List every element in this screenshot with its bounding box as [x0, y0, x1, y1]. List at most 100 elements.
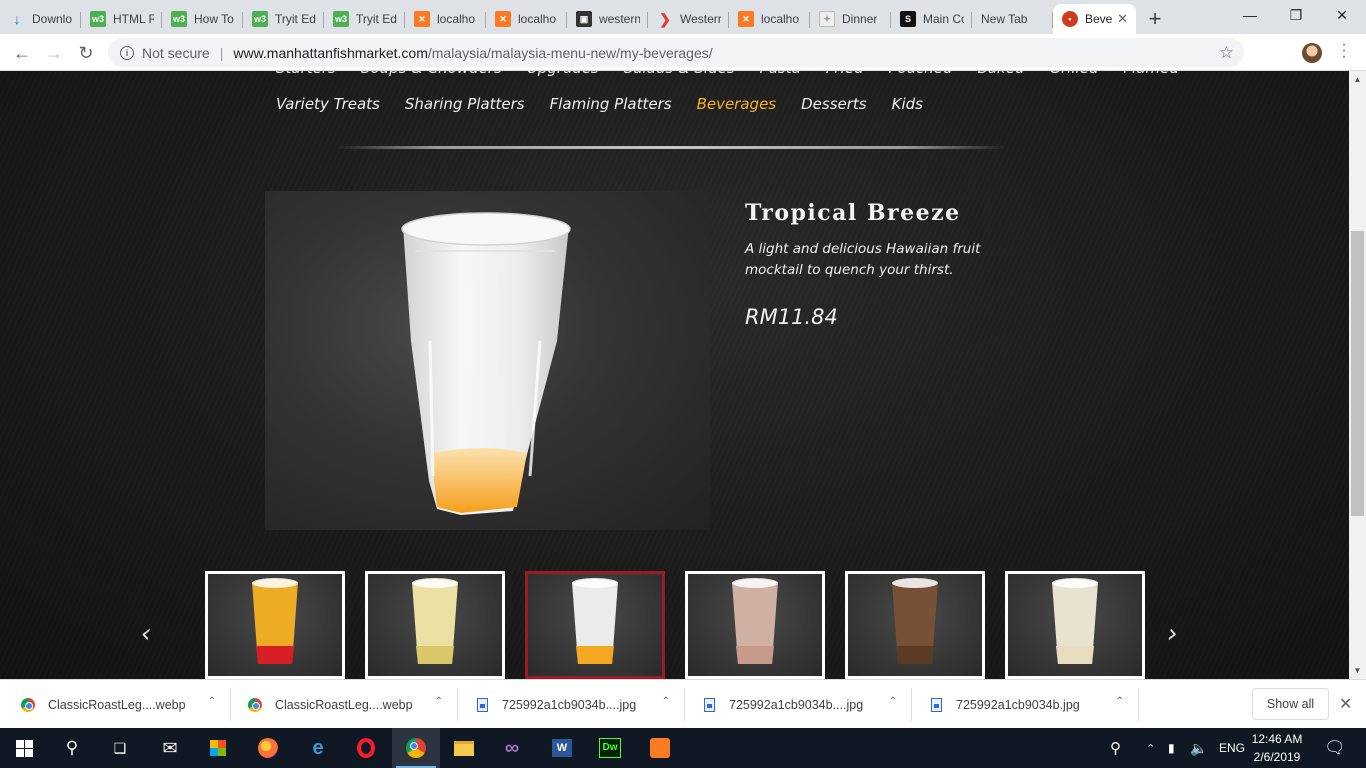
menu-item-fried[interactable]: Fried	[826, 71, 864, 77]
sunrise-mocktail-icon	[252, 578, 298, 664]
people-icon[interactable]: ⚲	[1110, 728, 1121, 768]
strawberry-shake-icon	[732, 578, 778, 664]
download-item[interactable]: 725992a1cb9034b....jpg ⌃	[474, 680, 670, 729]
scroll-up-arrow-icon[interactable]: ▲	[1349, 71, 1366, 88]
battery-icon[interactable]: ▮	[1168, 728, 1175, 768]
carousel-prev-button[interactable]: ‹	[141, 619, 151, 649]
carousel-thumb[interactable]	[205, 571, 345, 679]
volume-icon[interactable]: 🔈	[1190, 728, 1207, 768]
taskbar-mail[interactable]: ✉	[146, 728, 194, 768]
mail-icon: ✉	[162, 737, 178, 758]
dark-site-icon: ▣	[576, 11, 592, 27]
download-item[interactable]: 725992a1cb9034b....jpg ⌃	[701, 680, 897, 729]
taskbar-word[interactable]: W	[538, 728, 586, 768]
carousel-thumb[interactable]	[685, 571, 825, 679]
browser-tab[interactable]: ❯ Westerr	[648, 4, 729, 34]
taskbar-opera[interactable]	[342, 728, 390, 768]
menu-item-salads-sides[interactable]: Salads & Sides	[624, 71, 735, 77]
notifications-icon[interactable]: 🗨	[1324, 728, 1346, 768]
language-indicator[interactable]: ENG	[1219, 728, 1245, 768]
browser-tab[interactable]: ✕ localho	[729, 4, 810, 34]
tab-title: Beve	[1085, 12, 1113, 26]
browser-tab[interactable]: ✕ localho	[405, 4, 486, 34]
new-tab-button[interactable]: +	[1140, 4, 1170, 34]
browser-tab[interactable]: w3 HTML R	[81, 4, 162, 34]
menu-item-grilled[interactable]: Grilled	[1049, 71, 1098, 77]
close-window-button[interactable]: ✕	[1319, 0, 1365, 30]
menu-item-desserts[interactable]: Desserts	[801, 95, 867, 113]
taskbar-xampp[interactable]	[636, 728, 684, 768]
menu-item-upgrades[interactable]: Upgrades	[527, 71, 599, 77]
taskbar-store[interactable]	[194, 728, 242, 768]
start-button[interactable]	[0, 728, 48, 768]
browser-tab[interactable]: S Main Co	[891, 4, 972, 34]
taskbar-firefox[interactable]	[244, 728, 292, 768]
browser-tab[interactable]: New Tab	[972, 4, 1053, 34]
info-icon[interactable]: i	[120, 45, 134, 60]
menu-item-kids[interactable]: Kids	[892, 95, 923, 113]
address-bar[interactable]: i Not secure | www.manhattanfishmarket.c…	[108, 38, 1244, 67]
carousel-thumb[interactable]	[1005, 571, 1145, 679]
reload-button[interactable]: ↻	[72, 39, 100, 67]
menu-item-poached[interactable]: Poached	[889, 71, 953, 77]
page-scrollbar[interactable]: ▲ ▼	[1349, 71, 1366, 679]
menu-item-beverages[interactable]: Beverages	[697, 95, 777, 113]
download-icon: ↓	[13, 11, 21, 27]
maximize-button[interactable]: ❐	[1273, 0, 1319, 30]
profile-avatar[interactable]	[1302, 43, 1322, 63]
menu-item-sharing-platters[interactable]: Sharing Platters	[405, 95, 525, 113]
download-filename: ClassicRoastLeg....webp	[275, 697, 413, 712]
image-file-icon	[928, 697, 944, 713]
taskbar-file-explorer[interactable]	[440, 728, 488, 768]
menu-item-baked[interactable]: Baked	[977, 71, 1024, 77]
close-tab-icon[interactable]: ✕	[1117, 12, 1128, 26]
browser-tab[interactable]: ✕ localho	[486, 4, 567, 34]
browser-tab[interactable]: ↓ Downlo	[0, 4, 81, 34]
scroll-down-arrow-icon[interactable]: ▼	[1349, 662, 1366, 679]
carousel-thumb[interactable]	[525, 571, 665, 679]
show-hidden-icons-icon[interactable]: ⌃	[1146, 728, 1155, 768]
menu-item-starters[interactable]: Starters	[276, 71, 336, 77]
task-view-icon: ❑	[113, 739, 127, 756]
menu-item-pasta[interactable]: Pasta	[760, 71, 801, 77]
url-host: www.manhattanfishmarket.com	[233, 44, 428, 61]
menu-item-flaming-platters[interactable]: Flaming Platters	[550, 95, 672, 113]
browser-menu-icon[interactable]: · · ·	[1336, 37, 1352, 65]
taskbar-dreamweaver[interactable]: Dw	[586, 728, 634, 768]
carousel-next-button[interactable]: ›	[1167, 619, 1177, 649]
show-all-downloads-button[interactable]: Show all	[1252, 688, 1329, 720]
task-view-button[interactable]: ❑	[96, 728, 144, 768]
download-item[interactable]: ClassicRoastLeg....webp ⌃	[20, 680, 216, 729]
carousel-thumb[interactable]	[845, 571, 985, 679]
download-options-chevron-icon[interactable]: ⌃	[662, 696, 670, 707]
back-button[interactable]: ←	[8, 39, 36, 67]
bookmark-star-icon[interactable]: ☆	[1219, 43, 1234, 63]
download-options-chevron-icon[interactable]: ⌃	[435, 696, 443, 707]
taskbar-chrome[interactable]	[392, 728, 440, 768]
download-item[interactable]: 725992a1cb9034b.jpg ⌃	[928, 680, 1124, 729]
browser-tab[interactable]: w3 Tryit Ed	[243, 4, 324, 34]
browser-tab[interactable]: w3 Tryit Ed	[324, 4, 405, 34]
scrollbar-thumb[interactable]	[1351, 231, 1364, 516]
menu-item-soups-chowders[interactable]: Soups & Chowders	[361, 71, 502, 77]
browser-tab[interactable]: ▣ western	[567, 4, 648, 34]
taskbar-visual-studio[interactable]: ∞	[488, 728, 536, 768]
store-icon	[210, 740, 226, 756]
search-button[interactable]: ⚲	[48, 728, 96, 768]
browser-tab[interactable]: • Beve ✕	[1053, 4, 1136, 34]
download-options-chevron-icon[interactable]: ⌃	[1116, 696, 1124, 707]
download-options-chevron-icon[interactable]: ⌃	[889, 696, 897, 707]
minimize-button[interactable]: —	[1227, 0, 1273, 30]
close-shelf-icon[interactable]: ✕	[1339, 694, 1352, 714]
download-item[interactable]: ClassicRoastLeg....webp ⌃	[247, 680, 443, 729]
menu-item-variety-treats[interactable]: Variety Treats	[276, 95, 380, 113]
forward-button[interactable]: →	[40, 39, 68, 67]
clock[interactable]: 12:46 AM 2/6/2019	[1244, 730, 1310, 766]
carousel-thumb[interactable]	[365, 571, 505, 679]
menu-item-flamed[interactable]: Flamed	[1123, 71, 1178, 77]
taskbar-edge[interactable]: e	[294, 728, 342, 768]
image-file-icon	[474, 697, 490, 713]
browser-tab[interactable]: w3 How To	[162, 4, 243, 34]
download-options-chevron-icon[interactable]: ⌃	[208, 696, 216, 707]
browser-tab[interactable]: ✦ Dinner	[810, 4, 891, 34]
